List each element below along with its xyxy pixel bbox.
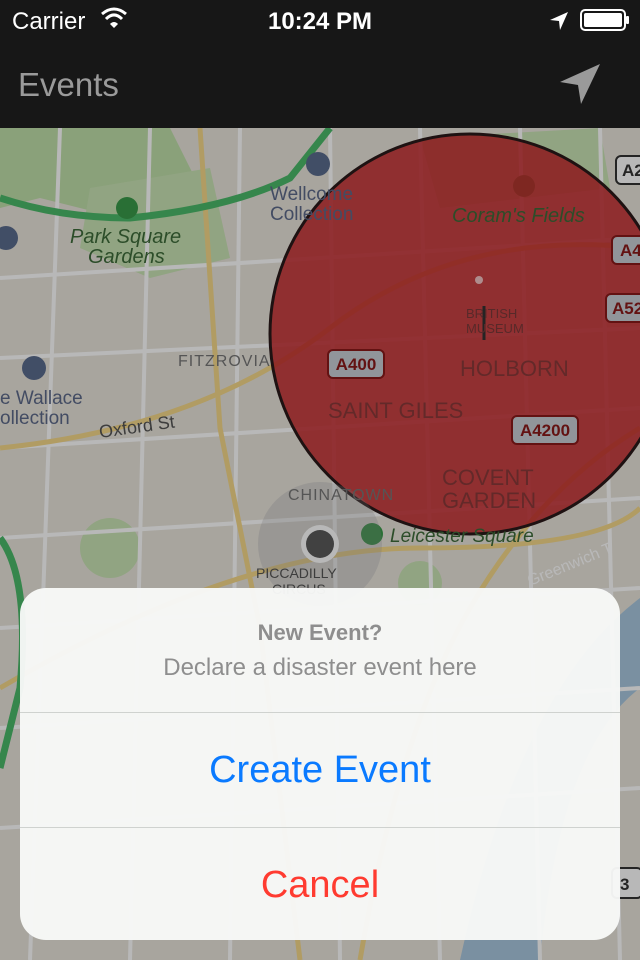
alert-header: New Event? Declare a disaster event here — [20, 588, 620, 712]
battery-icon — [580, 9, 630, 36]
create-event-button[interactable]: Create Event — [20, 713, 620, 827]
page-title: Events — [18, 66, 119, 103]
navigation-bar: Events — [0, 40, 640, 128]
cancel-button[interactable]: Cancel — [20, 828, 620, 940]
alert-title: New Event? — [257, 620, 383, 645]
status-bar: Carrier 10:24 PM — [0, 0, 640, 40]
new-event-alert: New Event? Declare a disaster event here… — [20, 588, 620, 940]
alert-message: Declare a disaster event here — [163, 654, 477, 681]
location-arrow-icon[interactable] — [556, 60, 604, 113]
location-services-icon — [548, 10, 570, 37]
clock: 10:24 PM — [267, 8, 373, 35]
